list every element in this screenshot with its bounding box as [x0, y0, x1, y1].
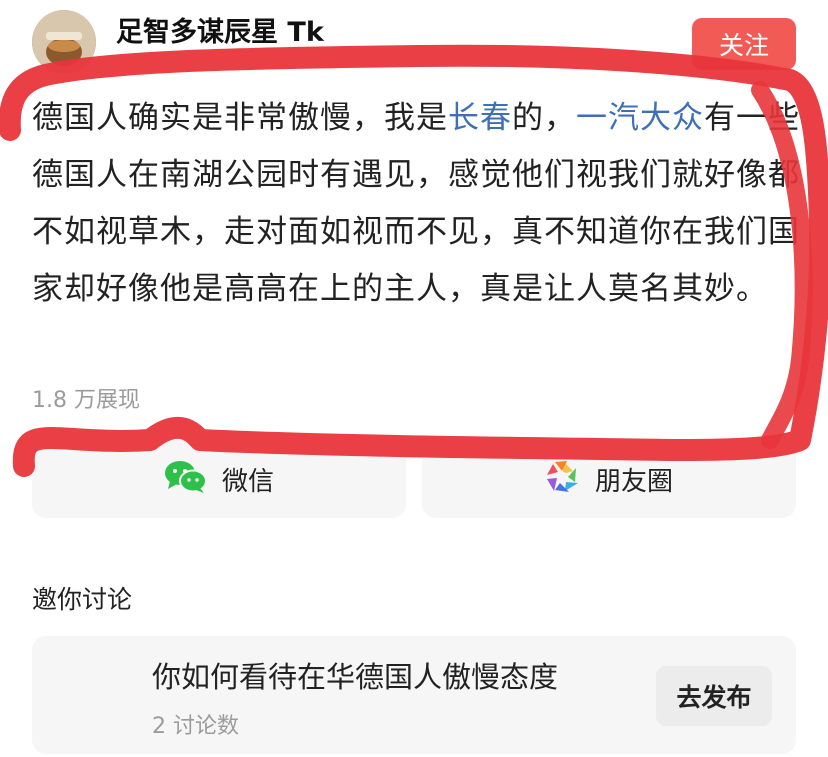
author-avatar[interactable] [32, 10, 96, 74]
author-name[interactable]: 足智多谋辰星 Tk [116, 10, 324, 49]
share-wechat-button[interactable]: 微信 [32, 440, 406, 518]
link-changchun[interactable]: 长春 [448, 100, 512, 136]
share-moments-button[interactable]: 朋友圈 [422, 440, 796, 518]
wechat-icon [164, 459, 208, 499]
view-count: 1.8 万展现 [32, 388, 140, 413]
topic-card[interactable]: 你如何看待在华德国人傲慢态度 2 讨论数 去发布 [32, 636, 796, 754]
post-text: 德国人确实是非常傲慢，我是 [32, 100, 448, 136]
post-content: 德国人确实是非常傲慢，我是长春的，一汽大众有一些德国人在南湖公园时有遇见，感觉他… [32, 90, 804, 318]
share-moments-label: 朋友圈 [594, 466, 673, 497]
topic-title[interactable]: 你如何看待在华德国人傲慢态度 [152, 654, 558, 696]
topic-count: 2 讨论数 [152, 714, 239, 739]
discussion-section-title: 邀你讨论 [32, 585, 133, 614]
publish-button[interactable]: 去发布 [656, 666, 772, 726]
link-faw-vw[interactable]: 一汽大众 [576, 100, 704, 136]
follow-button[interactable]: 关注 [692, 18, 796, 70]
post-text: 的， [512, 100, 576, 136]
moments-icon [545, 459, 581, 499]
share-wechat-label: 微信 [221, 466, 274, 497]
